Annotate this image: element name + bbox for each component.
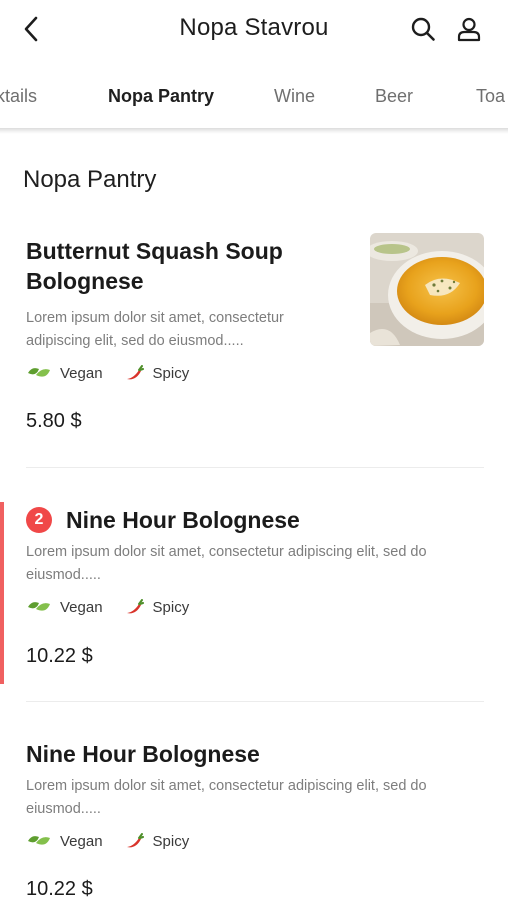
vegan-tag: Vegan (26, 365, 103, 382)
item-divider (26, 467, 484, 468)
item-name: Nine Hour Bolognese (66, 507, 300, 533)
vegan-tag: Vegan (26, 833, 103, 850)
menu-screen: Nopa Stavrou ktails Nopa Pantry Wine Bee… (0, 0, 508, 900)
item-image (370, 233, 484, 346)
vegan-tag-label: Vegan (60, 832, 103, 850)
chili-pepper-icon (126, 365, 144, 380)
item-description: eiusmod..... (26, 801, 101, 817)
item-description: eiusmod..... (26, 567, 101, 583)
item-description: Lorem ipsum dolor sit amet, consectetur … (26, 778, 427, 794)
vegan-tag-label: Vegan (60, 364, 103, 382)
item-description: Lorem ipsum dolor sit amet, consectetur (26, 310, 284, 326)
leaf-icon (28, 368, 50, 377)
chili-pepper-icon (126, 833, 144, 848)
item-description: adipiscing elit, sed do eiusmod..... (26, 333, 244, 349)
leaf-icon (28, 602, 50, 611)
vegan-tag-label: Vegan (60, 598, 103, 616)
spicy-tag-label: Spicy (152, 364, 190, 382)
spicy-tag-label: Spicy (152, 832, 190, 850)
item-name: Bolognese (26, 268, 144, 294)
chili-pepper-icon (126, 599, 144, 614)
item-tags: Vegan Spicy (26, 830, 211, 852)
item-divider (26, 701, 484, 702)
cart-quantity-badge: 2 (26, 507, 52, 533)
item-name: Butternut Squash Soup (26, 238, 283, 264)
vegan-tag: Vegan (26, 599, 103, 616)
item-description: Lorem ipsum dolor sit amet, consectetur … (26, 544, 427, 560)
spicy-tag-label: Spicy (152, 598, 190, 616)
item-price: 10.22 $ (26, 645, 93, 667)
item-name: Nine Hour Bolognese (26, 741, 260, 767)
spicy-tag: Spicy (125, 832, 190, 850)
item-tags: Vegan Spicy (26, 362, 211, 384)
item-price: 10.22 $ (26, 878, 93, 900)
menu-item[interactable]: Butternut Squash Soup Bolognese Lorem ip… (0, 0, 508, 470)
selected-indicator (0, 502, 4, 684)
leaf-icon (28, 836, 50, 845)
item-price: 5.80 $ (26, 410, 82, 432)
item-tags: Vegan Spicy (26, 596, 211, 618)
spicy-tag: Spicy (125, 598, 190, 616)
spicy-tag: Spicy (125, 364, 190, 382)
